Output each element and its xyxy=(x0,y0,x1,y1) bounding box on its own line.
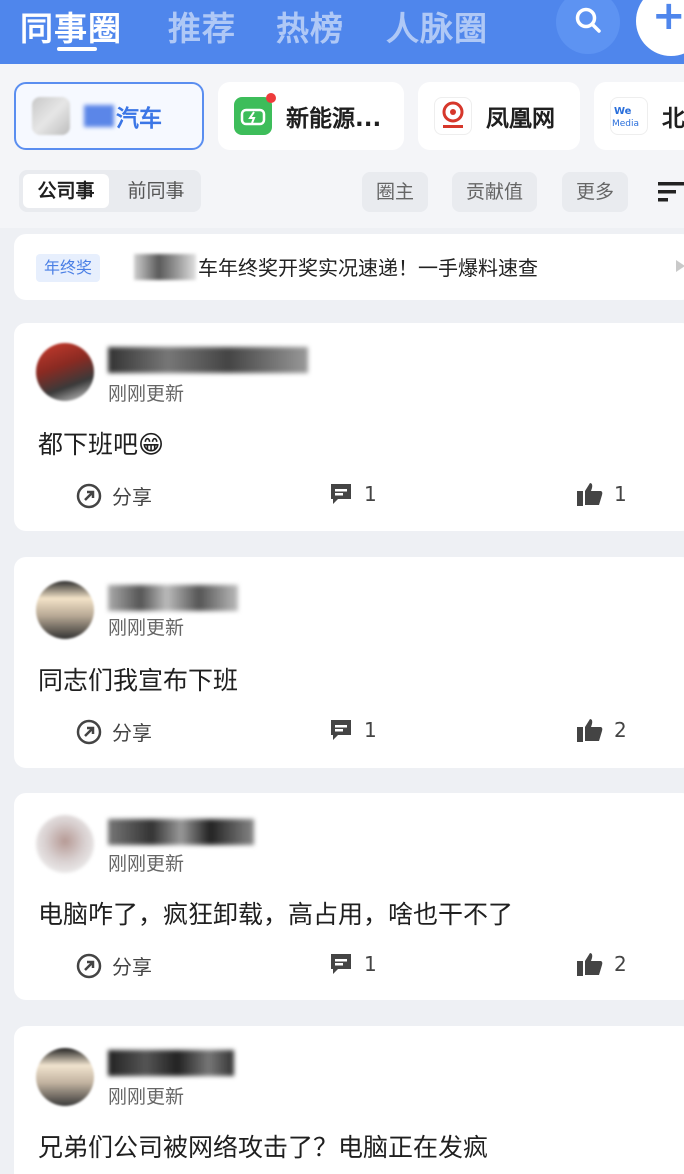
comment-count: 1 xyxy=(364,482,377,506)
circle-name: 汽车 xyxy=(116,106,162,132)
post-time: 刚刚更新 xyxy=(108,617,185,639)
share-button[interactable]: 分享 xyxy=(76,717,152,746)
svg-text:Media: Media xyxy=(612,119,639,129)
comment-button[interactable]: 1 xyxy=(328,481,377,507)
comment-icon xyxy=(331,954,351,974)
tab-hot-list[interactable]: 热榜 xyxy=(276,2,344,50)
share-label: 分享 xyxy=(112,721,152,745)
redacted-username[interactable] xyxy=(108,585,238,611)
like-count: 2 xyxy=(614,718,627,742)
redacted-company-name xyxy=(134,254,196,280)
comment-icon xyxy=(331,484,351,504)
circle-name: 北 xyxy=(662,106,684,132)
circle-name: 凤凰网 xyxy=(486,106,555,132)
post-card[interactable]: 刚刚更新 电脑咋了，疯狂卸载，高占用，啥也干不了 分享 1 2 xyxy=(14,793,684,1000)
avatar[interactable] xyxy=(36,343,94,401)
comment-count: 1 xyxy=(364,952,377,976)
unread-dot xyxy=(266,93,276,103)
post-content: 电脑咋了，疯狂卸载，高占用，啥也干不了 xyxy=(38,900,514,929)
post-card[interactable]: 刚刚更新 都下班吧😁 分享 1 1 xyxy=(14,323,684,531)
comment-button[interactable]: 1 xyxy=(328,951,377,977)
search-button[interactable] xyxy=(556,0,620,54)
active-tab-indicator xyxy=(57,47,97,51)
thumbs-up-icon xyxy=(577,953,603,976)
post-content: 兄弟们公司被网络攻击了？电脑正在发疯 xyxy=(38,1133,489,1162)
circle-chip-auto[interactable]: 汽车 xyxy=(14,82,204,150)
post-card[interactable]: 刚刚更新 同志们我宣布下班 分享 1 2 xyxy=(14,557,684,768)
tab-colleague-circle[interactable]: 同事圈 xyxy=(20,2,122,50)
post-card[interactable]: 刚刚更新 兄弟们公司被网络攻击了？电脑正在发疯 xyxy=(14,1026,684,1174)
circle-selector-row: 汽车 新能源... 凤凰网 We Media 北 xyxy=(0,64,684,160)
search-icon xyxy=(575,7,601,33)
more-button[interactable]: 更多 xyxy=(562,172,629,212)
post-time: 刚刚更新 xyxy=(108,383,185,405)
circle-owner-button[interactable]: 圈主 xyxy=(362,172,429,212)
share-icon xyxy=(76,953,102,978)
tab-recommend[interactable]: 推荐 xyxy=(168,2,236,50)
redacted-username[interactable] xyxy=(108,1050,234,1076)
circle-chip-bei[interactable]: We Media 北 xyxy=(594,82,684,150)
circle-name: 新能源... xyxy=(286,106,382,132)
like-count: 1 xyxy=(614,482,627,506)
comment-icon xyxy=(331,720,351,740)
avatar[interactable] xyxy=(36,581,94,639)
avatar[interactable] xyxy=(36,815,94,873)
share-button[interactable]: 分享 xyxy=(76,481,152,510)
post-content: 都下班吧😁 xyxy=(38,430,165,459)
top-tab-bar: 同事圈 推荐 热榜 人脉圈 + xyxy=(0,0,684,64)
comment-button[interactable]: 1 xyxy=(328,717,377,743)
new-energy-logo-icon xyxy=(234,93,276,135)
create-post-button[interactable]: + xyxy=(636,0,684,56)
like-button[interactable]: 2 xyxy=(576,717,627,743)
segment-ex-colleague[interactable]: 前同事 xyxy=(115,174,197,208)
comment-count: 1 xyxy=(364,718,377,742)
circle-chip-ifeng[interactable]: 凤凰网 xyxy=(418,82,580,150)
like-count: 2 xyxy=(614,952,627,976)
avatar[interactable] xyxy=(36,1048,94,1106)
segment-company[interactable]: 公司事 xyxy=(23,174,109,208)
circle-logo xyxy=(32,97,70,135)
tab-network-circle[interactable]: 人脉圈 xyxy=(386,2,488,50)
thumbs-up-icon xyxy=(577,483,603,506)
chevron-right-icon xyxy=(676,260,684,272)
like-button[interactable]: 1 xyxy=(576,481,627,507)
wemedia-logo-icon: We Media xyxy=(610,97,648,135)
bonus-announcement-banner[interactable]: 年终奖 车年终奖开奖实况速递！一手爆料速查 xyxy=(14,234,684,300)
svg-text:We: We xyxy=(614,106,632,117)
share-label: 分享 xyxy=(112,485,152,509)
post-content: 同志们我宣布下班 xyxy=(38,666,239,695)
circle-chip-new-energy[interactable]: 新能源... xyxy=(218,82,404,150)
sort-icon[interactable] xyxy=(658,180,684,204)
share-icon xyxy=(76,483,102,508)
post-time: 刚刚更新 xyxy=(108,1086,185,1108)
redacted-name-part xyxy=(84,105,114,127)
banner-tag: 年终奖 xyxy=(36,254,101,282)
share-button[interactable]: 分享 xyxy=(76,951,152,980)
thumbs-up-icon xyxy=(577,719,603,742)
redacted-username[interactable] xyxy=(108,347,308,373)
topic-segmented-control: 公司事 前同事 xyxy=(19,170,201,212)
contribution-button[interactable]: 贡献值 xyxy=(452,172,538,212)
like-button[interactable]: 2 xyxy=(576,951,627,977)
ifeng-logo-icon xyxy=(434,97,472,135)
banner-text: 车年终奖开奖实况速递！一手爆料速查 xyxy=(198,256,538,280)
plus-icon: + xyxy=(652,0,684,39)
filter-row: 公司事 前同事 圈主 贡献值 更多 xyxy=(0,160,684,228)
redacted-username[interactable] xyxy=(108,819,254,845)
share-label: 分享 xyxy=(112,955,152,979)
share-icon xyxy=(76,719,102,744)
post-time: 刚刚更新 xyxy=(108,853,185,875)
